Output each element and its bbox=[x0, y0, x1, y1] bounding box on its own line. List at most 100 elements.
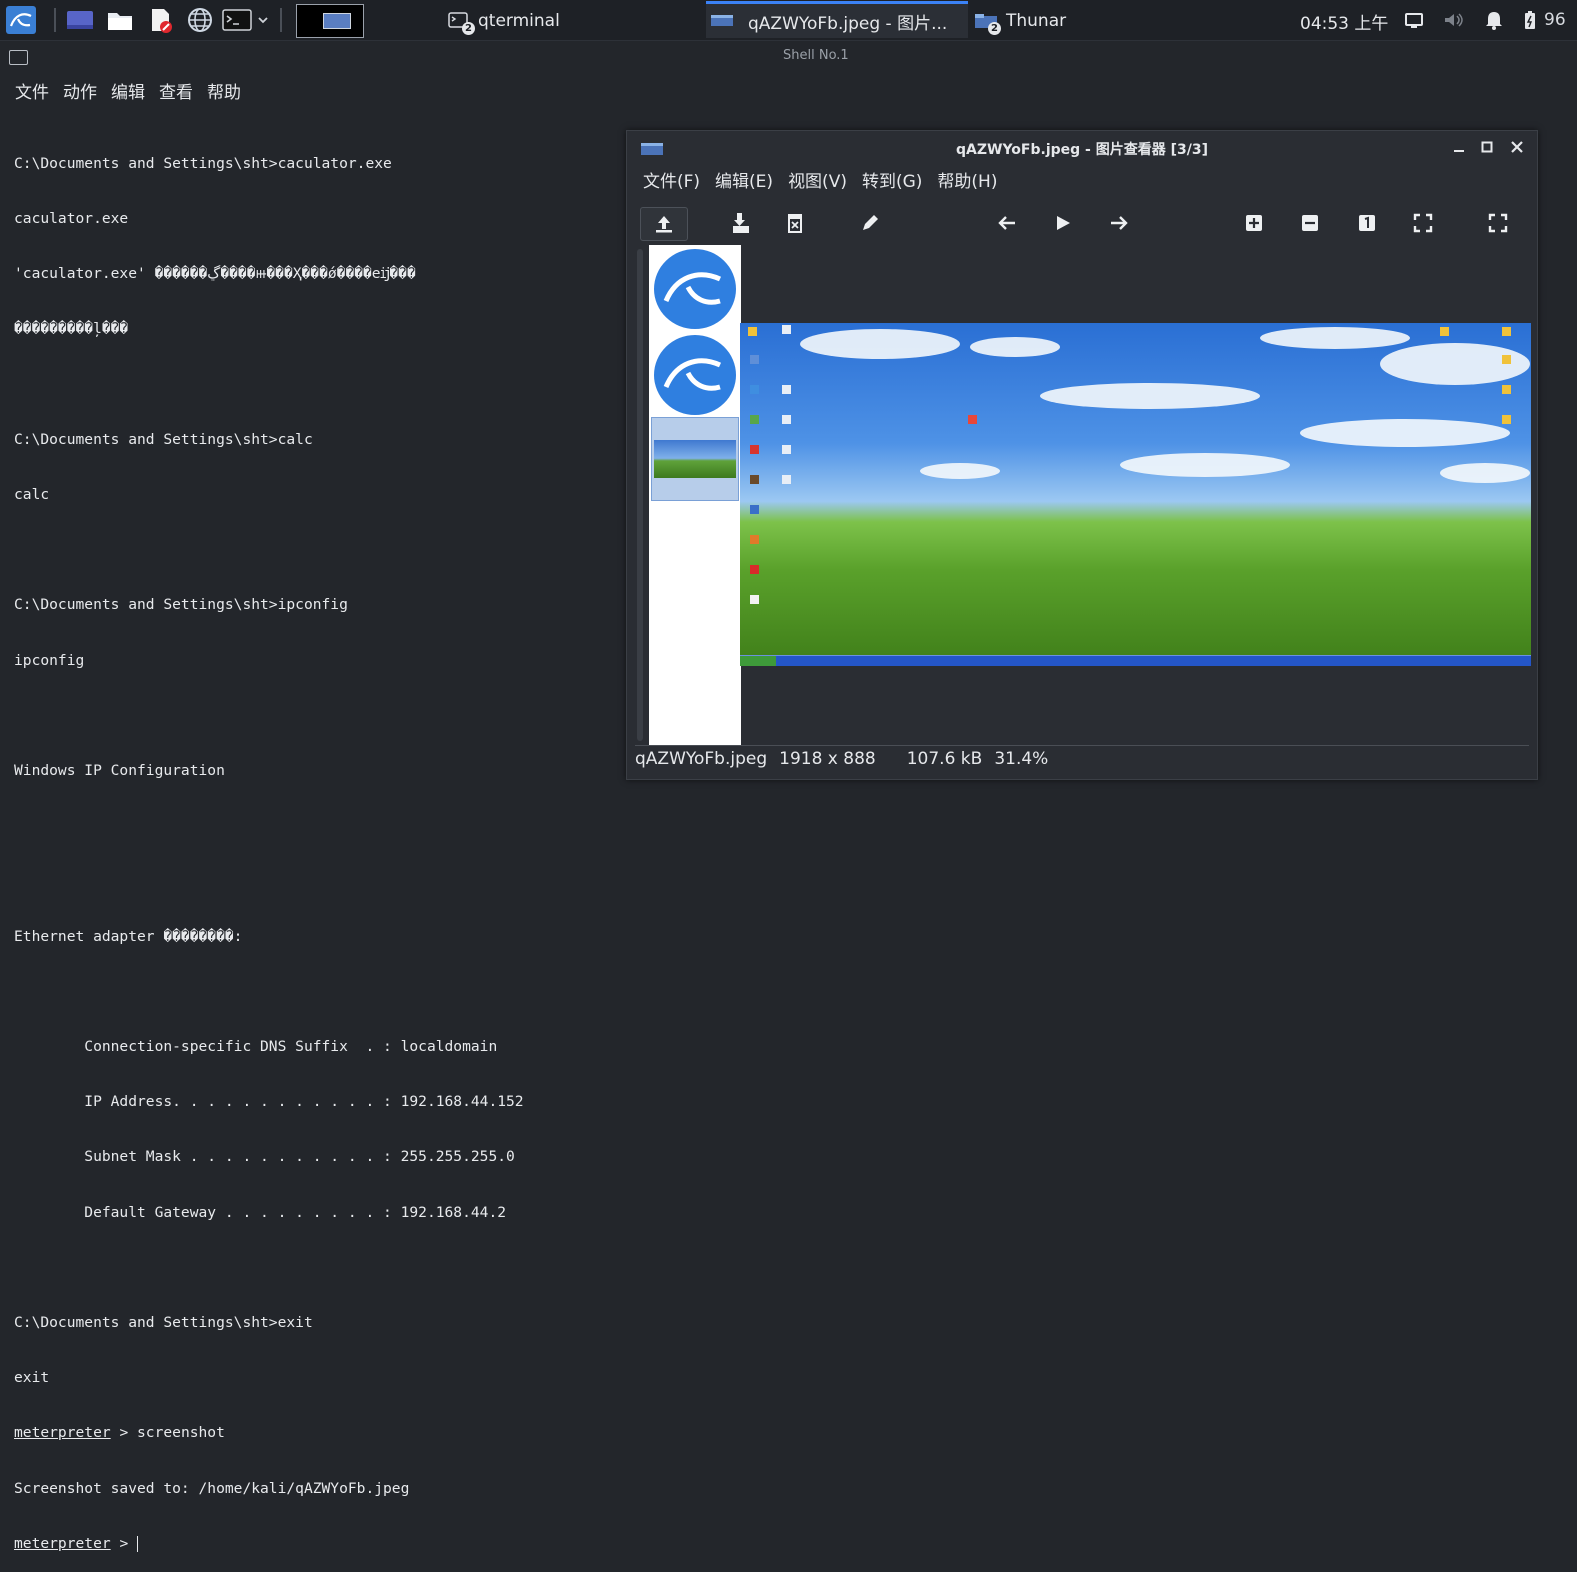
thumbnail-item[interactable] bbox=[654, 335, 736, 415]
status-filename: qAZWYoFb.jpeg bbox=[635, 749, 768, 769]
zoom-fit-button[interactable] bbox=[1400, 207, 1446, 239]
meterpreter-prompt: meterpreter bbox=[14, 1534, 111, 1552]
status-zoom: 31.4% bbox=[994, 749, 1049, 769]
output-line: 'caculator.exe' ������ڲ����ⲿ���Ҳ���ǿ����… bbox=[14, 265, 416, 283]
maximize-button[interactable] bbox=[1477, 137, 1497, 157]
menu-view[interactable]: 视图(V) bbox=[788, 167, 847, 197]
terminal-launcher-icon[interactable] bbox=[220, 6, 254, 34]
zoom-in-icon bbox=[1246, 215, 1262, 231]
output-line: calc bbox=[14, 486, 50, 504]
task-thunar[interactable]: 2 Thunar bbox=[974, 4, 1174, 38]
command-text: > bbox=[110, 1534, 138, 1552]
zoom-out-icon bbox=[1302, 215, 1318, 231]
output-line: Subnet Mask . . . . . . . . . . . : 255.… bbox=[14, 1148, 515, 1166]
battery-percent: 96 bbox=[1544, 10, 1566, 30]
menu-file[interactable]: 文件(F) bbox=[643, 167, 700, 197]
fullscreen-button[interactable] bbox=[1475, 207, 1521, 239]
output-line: Windows IP Configuration bbox=[14, 762, 225, 780]
status-dimensions: 1918 x 888 bbox=[779, 749, 876, 769]
window-count-badge: 2 bbox=[462, 22, 475, 35]
menu-go[interactable]: 转到(G) bbox=[862, 167, 922, 197]
volume-icon[interactable] bbox=[1442, 8, 1466, 32]
workspace-window-preview bbox=[323, 13, 351, 29]
file-manager-icon[interactable] bbox=[104, 6, 136, 34]
edit-icon bbox=[863, 215, 878, 230]
slideshow-button[interactable] bbox=[1040, 207, 1086, 239]
menu-file[interactable]: 文件 bbox=[15, 78, 49, 104]
thumbnail-item[interactable] bbox=[654, 249, 736, 329]
output-line: exit bbox=[14, 1369, 50, 1387]
save-as-button[interactable] bbox=[718, 207, 764, 239]
terminal-output[interactable]: C:\Documents and Settings\sht>caculator.… bbox=[14, 118, 624, 1552]
next-image-button[interactable] bbox=[1096, 207, 1142, 239]
thumbnail-scrollbar[interactable] bbox=[637, 249, 643, 741]
meterpreter-prompt: meterpreter bbox=[14, 1424, 111, 1442]
zoom-100-button[interactable] bbox=[1344, 207, 1390, 239]
text-cursor bbox=[137, 1535, 139, 1552]
zoom-in-button[interactable] bbox=[1231, 207, 1277, 239]
xp-start-button bbox=[740, 656, 776, 666]
maximize-icon bbox=[1481, 141, 1493, 153]
menu-edit[interactable]: 编辑(E) bbox=[715, 167, 773, 197]
output-line: Connection-specific DNS Suffix . : local… bbox=[14, 1038, 498, 1056]
thumbnail-strip bbox=[649, 245, 741, 745]
terminal-titlebar: Shell No.1 bbox=[0, 41, 1577, 71]
task-image-viewer[interactable]: qAZWYoFb.jpeg - 图片... bbox=[706, 1, 968, 38]
edit-button[interactable] bbox=[847, 207, 893, 239]
thumbnail-item-selected[interactable] bbox=[651, 417, 739, 501]
output-line: IP Address. . . . . . . . . . . . : 192.… bbox=[14, 1093, 524, 1111]
viewer-menubar: 文件(F) 编辑(E) 视图(V) 转到(G) 帮助(H) bbox=[627, 167, 997, 197]
close-button[interactable] bbox=[1507, 137, 1527, 157]
clock[interactable]: 04:53 上午 bbox=[1300, 9, 1388, 34]
notification-bell-icon[interactable] bbox=[1482, 8, 1506, 32]
zoom-out-button[interactable] bbox=[1287, 207, 1333, 239]
chevron-down-icon[interactable] bbox=[256, 6, 270, 34]
zoom-fit-icon bbox=[1413, 213, 1433, 233]
viewer-titlebar[interactable]: qAZWYoFb.jpeg - 图片查看器 [3/3] bbox=[627, 131, 1537, 163]
status-filesize: 107.6 kB bbox=[906, 749, 983, 769]
workspace-switcher[interactable] bbox=[296, 4, 364, 38]
status-divider bbox=[635, 745, 1529, 746]
task-label: qAZWYoFb.jpeg - 图片... bbox=[748, 13, 948, 34]
terminal-tab-icon[interactable] bbox=[9, 50, 28, 65]
task-label: qterminal bbox=[478, 11, 560, 31]
display-icon[interactable] bbox=[1402, 8, 1426, 32]
thumbnail-image bbox=[654, 440, 736, 478]
output-line: C:\Documents and Settings\sht>caculator.… bbox=[14, 154, 392, 172]
output-line: Ethernet adapter ��������: bbox=[14, 927, 243, 945]
menu-edit[interactable]: 编辑 bbox=[111, 78, 145, 104]
output-line: ���������ļ��� bbox=[14, 320, 129, 338]
task-label: Thunar bbox=[1006, 11, 1067, 31]
kali-menu-icon[interactable] bbox=[4, 6, 38, 34]
menu-help[interactable]: 帮助 bbox=[207, 78, 241, 104]
zoom-100-icon bbox=[1359, 215, 1375, 231]
menu-actions[interactable]: 动作 bbox=[63, 78, 97, 104]
text-editor-icon[interactable] bbox=[144, 6, 176, 34]
displayed-image[interactable] bbox=[740, 323, 1531, 666]
output-line: ipconfig bbox=[14, 651, 85, 669]
output-line: Screenshot saved to: /home/kali/qAZWYoFb… bbox=[14, 1479, 410, 1497]
viewer-statusbar: qAZWYoFb.jpeg 1918 x 888 107.6 kB 31.4% bbox=[635, 749, 1060, 775]
menu-help[interactable]: 帮助(H) bbox=[937, 167, 997, 197]
minimize-button[interactable] bbox=[1449, 137, 1469, 157]
delete-button[interactable] bbox=[772, 207, 818, 239]
xp-taskbar bbox=[740, 655, 1531, 666]
output-line: caculator.exe bbox=[14, 210, 129, 228]
menu-view[interactable]: 查看 bbox=[159, 78, 193, 104]
web-browser-icon[interactable] bbox=[184, 6, 216, 34]
fullscreen-icon bbox=[1488, 213, 1508, 233]
show-desktop-icon[interactable] bbox=[64, 6, 96, 34]
battery-icon[interactable] bbox=[1520, 8, 1540, 32]
forward-arrow-icon bbox=[1111, 216, 1128, 230]
task-qterminal[interactable]: 2 qterminal bbox=[448, 4, 678, 38]
upload-button[interactable] bbox=[640, 207, 688, 241]
previous-image-button[interactable] bbox=[984, 207, 1030, 239]
delete-icon bbox=[788, 214, 802, 233]
prompt-line: meterpreter > screenshot bbox=[14, 1424, 624, 1442]
